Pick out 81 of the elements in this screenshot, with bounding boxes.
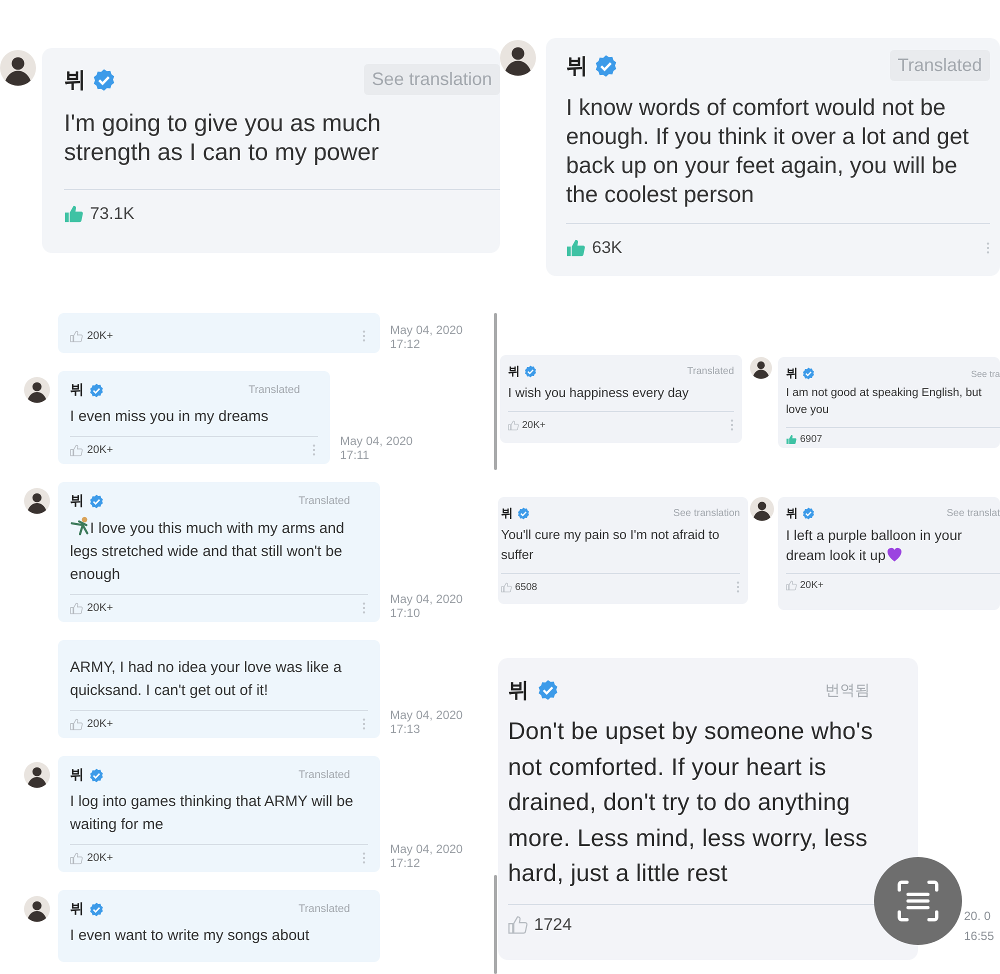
comment-text: I even want to write my songs about — [70, 926, 310, 946]
thumbs-up-icon[interactable] — [70, 330, 83, 342]
scan-icon — [896, 879, 940, 923]
user-name: 뷔 — [566, 52, 588, 80]
more-icon[interactable] — [736, 580, 740, 594]
scrollbar[interactable] — [494, 875, 497, 974]
comment-text: I love you this much with my arms and legs stretched wide and that still won't be enough — [70, 516, 362, 586]
post-date: May 04, 2020 — [390, 323, 463, 337]
more-icon[interactable] — [362, 329, 366, 343]
like-count: 6508 — [515, 582, 538, 592]
post-time: 17:12 — [390, 337, 422, 351]
post-date: May 04, 2020 — [390, 592, 463, 606]
like-count: 20K+ — [800, 580, 824, 591]
like-count: 6907 — [800, 434, 822, 445]
thumbs-up-icon[interactable] — [70, 852, 83, 864]
post-time: 17:12 — [390, 856, 422, 870]
translation-label[interactable]: See translation — [673, 508, 740, 519]
thumbs-up-icon[interactable] — [70, 444, 83, 456]
thumbs-up-icon[interactable] — [70, 602, 83, 614]
comment-text: ARMY, I had no idea your love was like a quicksand. I can't get out of it! — [70, 658, 343, 701]
user-name: 뷔 — [786, 365, 798, 382]
user-name: 뷔 — [70, 492, 84, 510]
post-time: 17:10 — [390, 606, 422, 620]
more-icon[interactable] — [362, 851, 366, 865]
thumbs-up-icon[interactable] — [566, 238, 586, 258]
thumbs-up-icon[interactable] — [786, 580, 797, 591]
translation-label[interactable]: Translated — [298, 903, 350, 915]
like-count: 20K+ — [87, 852, 113, 864]
like-count: 20K+ — [87, 330, 113, 342]
thumbs-up-icon[interactable] — [64, 204, 84, 224]
translation-label[interactable]: Translated — [687, 366, 734, 377]
post-time: 17:11 — [340, 448, 370, 462]
comment-text: I log into games thinking that ARMY will be waiting for me — [70, 792, 354, 835]
like-count: 63K — [592, 238, 622, 258]
user-name: 뷔 — [64, 66, 86, 94]
comment-text: Don't be upset by someone who's not comforted. If your heart is drained, don't try to do anything more. Less mind, less worry, less hard, just a little rest — [508, 717, 874, 889]
post-time: 16:55 — [964, 928, 994, 945]
like-count: 1724 — [534, 914, 572, 934]
user-name: 뷔 — [508, 678, 529, 704]
comment-text: I even miss you in my dreams — [70, 407, 270, 427]
translation-label[interactable]: Translated — [298, 769, 350, 781]
post-time: 17:13 — [390, 722, 422, 736]
translation-label[interactable]: See translat — [946, 508, 1000, 519]
user-name: 뷔 — [70, 766, 84, 784]
post-date: May 04, 2020 — [390, 842, 463, 856]
more-icon[interactable] — [312, 443, 316, 457]
comment-text: I'm going to give you as much strength as I can to my power — [64, 109, 382, 167]
translation-label[interactable]: Translated — [890, 50, 990, 81]
like-count: 20K+ — [87, 444, 113, 456]
more-icon[interactable] — [986, 241, 990, 255]
thumbs-up-icon[interactable] — [508, 420, 519, 430]
user-name: 뷔 — [501, 505, 513, 522]
comment-text: You'll cure my pain so I'm not afraid to suffer — [501, 526, 720, 564]
post-date: May 04, 2020 — [340, 434, 413, 448]
user-name: 뷔 — [70, 381, 84, 399]
more-icon[interactable] — [362, 717, 366, 731]
translation-label[interactable]: 번역됨 — [825, 680, 870, 700]
comment-text: I am not good at speaking English, but love you — [786, 386, 983, 418]
thumbs-up-icon[interactable] — [508, 914, 528, 934]
post-date: 20. 0 — [964, 908, 992, 925]
like-count: 20K+ — [522, 420, 546, 430]
post-date: May 04, 2020 — [390, 708, 463, 722]
like-count: 20K+ — [87, 718, 113, 730]
user-name: 뷔 — [508, 363, 520, 380]
user-name: 뷔 — [70, 900, 84, 918]
thumbs-up-icon[interactable] — [501, 582, 512, 592]
comment-text: I wish you happiness every day — [508, 384, 690, 402]
scrollbar[interactable] — [494, 313, 497, 470]
like-count: 20K+ — [87, 602, 113, 614]
more-icon[interactable] — [730, 418, 734, 432]
like-count: 73.1K — [90, 204, 134, 224]
comment-text: I know words of comfort would not be enough. If you think it over a lot and get back up on your feet again, you will be the coolest person — [566, 93, 970, 209]
translation-label[interactable]: See tra — [970, 368, 1000, 378]
thumbs-up-icon[interactable] — [70, 718, 83, 730]
translation-label[interactable]: See translation — [364, 64, 500, 95]
thumbs-up-icon[interactable] — [786, 434, 797, 445]
more-icon[interactable] — [362, 601, 366, 615]
comment-text: I left a purple balloon in your dream look it up — [786, 526, 963, 565]
translation-label[interactable]: Translated — [298, 495, 350, 507]
translation-label[interactable]: Translated — [248, 384, 300, 396]
user-name: 뷔 — [786, 505, 798, 522]
